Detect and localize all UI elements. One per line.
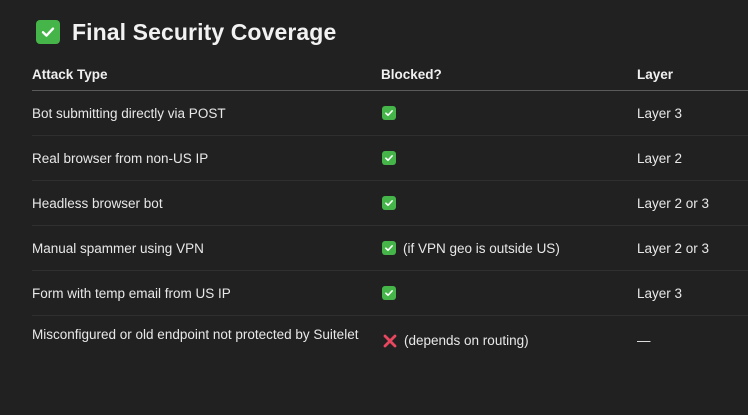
layer-cell: Layer 3 [637,270,748,316]
layer-cell: Layer 3 [637,90,748,136]
security-coverage-table: Attack Type Blocked? Layer Bot submittin… [32,58,748,352]
table-row: Form with temp email from US IP Layer 3 [32,270,748,316]
column-header-attack-type: Attack Type [32,58,381,91]
column-header-blocked: Blocked? [381,58,637,91]
table-row: Misconfigured or old endpoint not protec… [32,316,748,353]
section-heading: Final Security Coverage [36,16,336,48]
blocked-note: (if VPN geo is outside US) [403,240,560,256]
blocked-cell [381,180,637,226]
check-mark-button-icon [382,106,396,120]
table-row: Headless browser bot Layer 2 or 3 [32,180,748,226]
check-mark-button-icon [382,241,396,255]
table-header-row: Attack Type Blocked? Layer [32,58,748,91]
blocked-cell [381,270,637,316]
table-row: Real browser from non-US IP Layer 2 [32,135,748,181]
attack-type-cell: Manual spammer using VPN [32,225,381,271]
blocked-cell: (depends on routing) [381,316,637,353]
blocked-note: (depends on routing) [404,333,529,348]
check-mark-button-icon [36,20,60,44]
attack-type-cell: Headless browser bot [32,180,381,226]
attack-type-cell: Misconfigured or old endpoint not protec… [32,327,359,342]
cross-mark-icon [382,333,398,349]
layer-cell: Layer 2 or 3 [637,180,748,226]
attack-type-cell: Form with temp email from US IP [32,270,381,316]
layer-cell: Layer 2 or 3 [637,225,748,271]
check-mark-button-icon [382,151,396,165]
table-row: Manual spammer using VPN (if VPN geo is … [32,225,748,271]
attack-type-cell: Bot submitting directly via POST [32,90,381,136]
column-header-layer: Layer [637,58,748,91]
layer-cell: Layer 2 [637,135,748,181]
check-mark-button-icon [382,196,396,210]
blocked-cell: (if VPN geo is outside US) [381,225,637,271]
attack-type-cell: Real browser from non-US IP [32,135,381,181]
check-mark-button-icon [382,286,396,300]
section-title: Final Security Coverage [72,18,337,45]
table-row: Bot submitting directly via POST Layer 3 [32,90,748,136]
layer-cell: — [637,333,651,348]
blocked-cell [381,90,637,136]
blocked-cell [381,135,637,181]
